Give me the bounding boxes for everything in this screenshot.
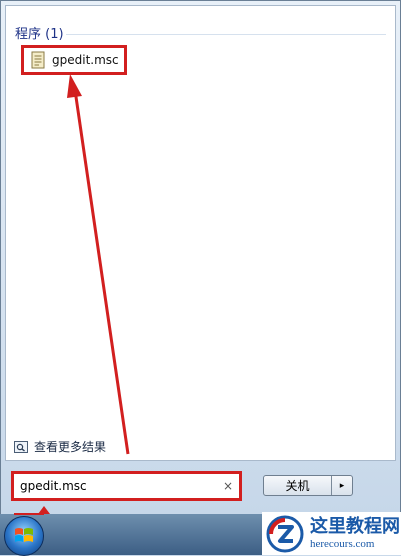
- shutdown-label: 关机: [285, 479, 310, 493]
- site-logo-icon: [266, 515, 304, 552]
- search-more-icon: [14, 440, 28, 453]
- result-item-label: gpedit.msc: [52, 53, 119, 67]
- watermark-badge: 这里教程网 herecours.com: [262, 512, 401, 555]
- group-title-programs: 程序 (1): [15, 27, 64, 42]
- clear-search-icon[interactable]: ×: [223, 479, 233, 493]
- shutdown-button[interactable]: 关机 ▸: [263, 475, 353, 496]
- result-item-gpedit[interactable]: gpedit.msc: [21, 45, 127, 75]
- see-more-label: 查看更多结果: [34, 440, 107, 454]
- start-menu: 程序 (1) gpedit.msc 查看更多结果 × 关机: [0, 0, 401, 516]
- watermark-cn: 这里教程网: [310, 515, 400, 537]
- msc-file-icon: [31, 51, 45, 69]
- search-input[interactable]: [20, 479, 200, 493]
- search-results-panel: 程序 (1) gpedit.msc 查看更多结果: [5, 5, 396, 461]
- group-divider: [66, 34, 386, 35]
- watermark-en: herecours.com: [310, 537, 375, 550]
- start-search-box[interactable]: ×: [11, 471, 242, 501]
- see-more-results-link[interactable]: 查看更多结果: [14, 438, 106, 455]
- shutdown-options-arrow-icon[interactable]: ▸: [331, 476, 352, 495]
- start-orb-button[interactable]: [4, 516, 44, 556]
- windows-logo-icon: [15, 528, 33, 542]
